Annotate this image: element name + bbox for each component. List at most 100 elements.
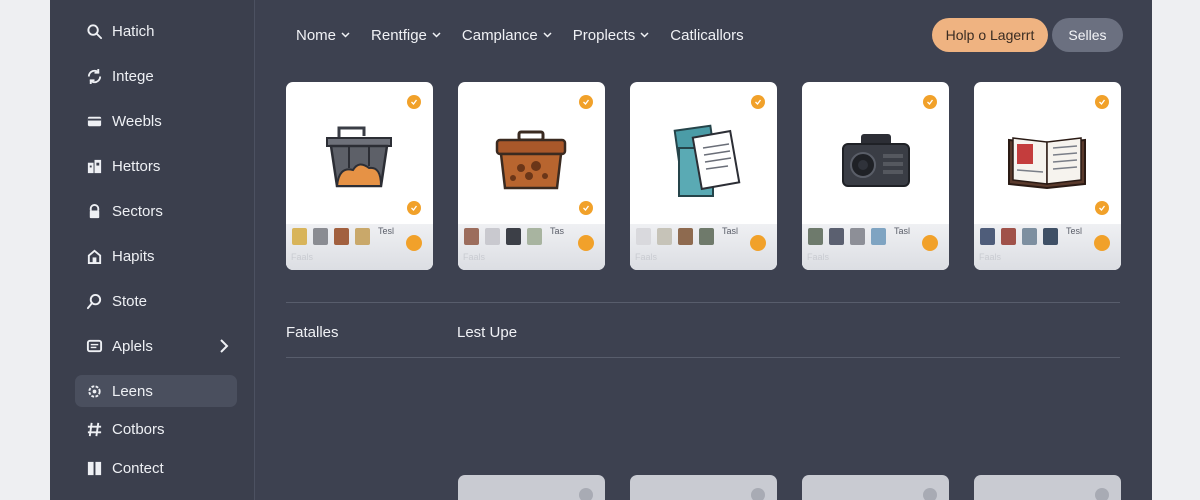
check-icon [923, 488, 937, 500]
badge-check-icon [579, 95, 593, 109]
status-dot[interactable] [750, 235, 766, 251]
item-card[interactable]: Tesl Faals [286, 82, 433, 270]
open-book-icon [1008, 137, 1086, 190]
sidebar-item-label: Cotbors [112, 420, 165, 438]
nav-item-label: Nome [296, 26, 337, 44]
card-note: Tasl [894, 226, 911, 236]
sidebar-item-contect[interactable]: Contect [75, 452, 237, 484]
card-subtitle: Faals [807, 252, 830, 262]
list-item-card[interactable] [458, 475, 605, 500]
list-item-card[interactable] [974, 475, 1121, 500]
card-note: Tas [550, 226, 565, 236]
section-title-right: Lest Upe [457, 324, 518, 341]
buildings-icon [85, 157, 103, 175]
status-dot[interactable] [1094, 235, 1110, 251]
sidebar-item-label: Weebls [112, 112, 162, 130]
item-card[interactable]: Tasl Faals [630, 82, 777, 270]
message-icon [85, 337, 103, 355]
item-card[interactable]: Tesl Faals [974, 82, 1121, 270]
check-icon [751, 488, 765, 500]
thumbnail-strip [636, 228, 720, 245]
sidebar-item-label: Leens [112, 382, 153, 400]
app-window: Hatich Intege Weebls Hettors Sectors Hap… [50, 0, 1152, 500]
sidebar-item-sectors[interactable]: Sectors [75, 195, 237, 227]
magnifier-icon [85, 292, 103, 310]
thumbnail-strip [980, 228, 1064, 245]
check-icon [579, 488, 593, 500]
sidebar-item-hapits[interactable]: Hapits [75, 240, 237, 272]
documents-icon [673, 124, 741, 197]
card-note: Tesl [378, 226, 395, 236]
nav-item-catlicallors[interactable]: Catlicallors [670, 27, 743, 44]
chest-icon [495, 130, 567, 190]
status-dot[interactable] [406, 235, 422, 251]
badge-check-icon [579, 201, 593, 215]
chevron-down-icon [640, 32, 649, 38]
sidebar-item-leens[interactable]: Leens [75, 375, 237, 407]
divider [286, 302, 1120, 303]
search-icon [85, 22, 103, 40]
folder-icon [85, 112, 103, 130]
chevron-down-icon [432, 32, 441, 38]
nav-item-proplects[interactable]: Proplects [573, 27, 650, 44]
list-item-card[interactable] [802, 475, 949, 500]
card-subtitle: Faals [291, 252, 314, 262]
badge-check-icon [923, 95, 937, 109]
chevron-down-icon [341, 32, 350, 38]
nav-item-label: Rentfige [371, 26, 427, 44]
sidebar-item-hettors[interactable]: Hettors [75, 150, 237, 182]
card-note: Tesl [1066, 226, 1083, 236]
nav-item-camplance[interactable]: Camplance [462, 27, 552, 44]
status-dot[interactable] [578, 235, 594, 251]
nav-item-label: Catlicallors [670, 26, 744, 44]
house-icon [85, 247, 103, 265]
nav-item-rentfige[interactable]: Rentfige [371, 27, 441, 44]
chevron-right-icon [220, 339, 229, 353]
sidebar-item-label: Aplels [112, 337, 153, 355]
sidebar-item-stote[interactable]: Stote [75, 285, 237, 317]
section-title-left: Fatalles [286, 324, 339, 341]
lock-icon [85, 202, 103, 220]
badge-check-icon [1095, 201, 1109, 215]
thumbnail-strip [292, 228, 376, 245]
sidebar-item-weebls[interactable]: Weebls [75, 105, 237, 137]
item-card[interactable]: Tasl Faals [802, 82, 949, 270]
book-icon [85, 459, 103, 477]
sidebar-item-label: Contect [112, 459, 164, 477]
thumbnail-strip [464, 228, 548, 245]
status-dot[interactable] [922, 235, 938, 251]
badge-check-icon [407, 201, 421, 215]
sidebar-item-label: Hapits [112, 247, 155, 265]
badge-check-icon [751, 95, 765, 109]
selles-button[interactable]: Selles [1052, 18, 1123, 52]
sidebar: Hatich Intege Weebls Hettors Sectors Hap… [50, 0, 255, 500]
list-item-card[interactable] [630, 475, 777, 500]
card-subtitle: Faals [979, 252, 1002, 262]
badge-check-icon [1095, 95, 1109, 109]
nav-item-nome[interactable]: Nome [296, 27, 350, 44]
badge-check-icon [407, 95, 421, 109]
sidebar-item-label: Intege [112, 67, 154, 85]
sidebar-item-intege[interactable]: Intege [75, 60, 237, 92]
top-navigation: Nome Rentfige Camplance Proplects Catlic… [296, 24, 765, 46]
sidebar-item-label: Hettors [112, 157, 161, 175]
sidebar-item-label: Hatich [112, 22, 155, 40]
nav-item-label: Camplance [461, 26, 538, 44]
gear-icon [85, 382, 103, 400]
thumbnail-strip [808, 228, 892, 245]
card-subtitle: Faals [463, 252, 486, 262]
hash-icon [85, 420, 103, 438]
item-card[interactable]: Tas Faals [458, 82, 605, 270]
divider [286, 357, 1120, 358]
sidebar-item-cotbors[interactable]: Cotbors [75, 413, 237, 445]
sidebar-item-label: Stote [112, 292, 148, 310]
refresh-icon [85, 67, 103, 85]
check-icon [1095, 488, 1109, 500]
camera-icon [842, 134, 910, 187]
sidebar-item-aplels[interactable]: Aplels [75, 330, 237, 362]
primary-action-button[interactable]: Holp o Lagerrt [932, 18, 1048, 52]
sidebar-item-label: Sectors [112, 202, 163, 220]
nav-item-label: Proplects [572, 26, 636, 44]
sidebar-item-hatich[interactable]: Hatich [75, 15, 237, 47]
basket-icon [326, 126, 392, 188]
